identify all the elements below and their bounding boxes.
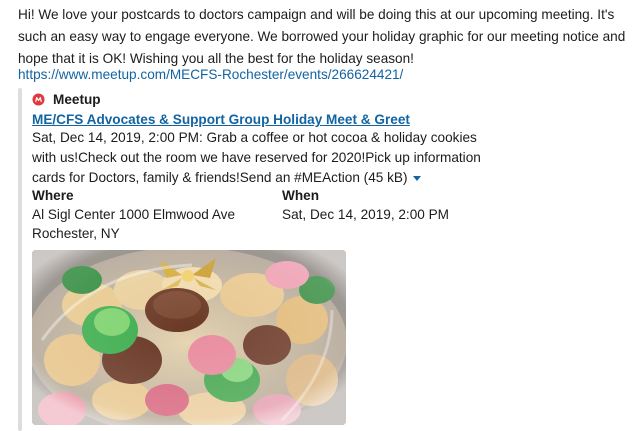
link-preview: Meetup ME/CFS Advocates & Support Group … — [18, 88, 618, 431]
site-name: Meetup — [53, 91, 101, 107]
meetup-logo-icon — [32, 92, 45, 106]
when-value: Sat, Dec 14, 2019, 2:00 PM — [282, 207, 450, 222]
preview-site: Meetup — [32, 89, 101, 109]
caret-down-icon[interactable] — [412, 175, 421, 181]
event-description: Sat, Dec 14, 2019, 2:00 PM: Grab a coffe… — [32, 128, 502, 188]
event-title-link[interactable]: ME/CFS Advocates & Support Group Holiday… — [32, 110, 410, 130]
message-text: Hi! We love your postcards to doctors ca… — [18, 7, 626, 66]
where-address-line2: Rochester, NY — [32, 226, 120, 241]
preview-bar — [18, 88, 22, 431]
where-label: Where — [32, 188, 74, 203]
holiday-cookie-tray-image[interactable] — [32, 250, 346, 425]
where-address-line1: Al Sigl Center 1000 Elmwood Ave — [32, 207, 236, 222]
when-label: When — [282, 188, 319, 203]
meetup-link[interactable]: https://www.meetup.com/MECFS-Rochester/e… — [18, 66, 403, 84]
